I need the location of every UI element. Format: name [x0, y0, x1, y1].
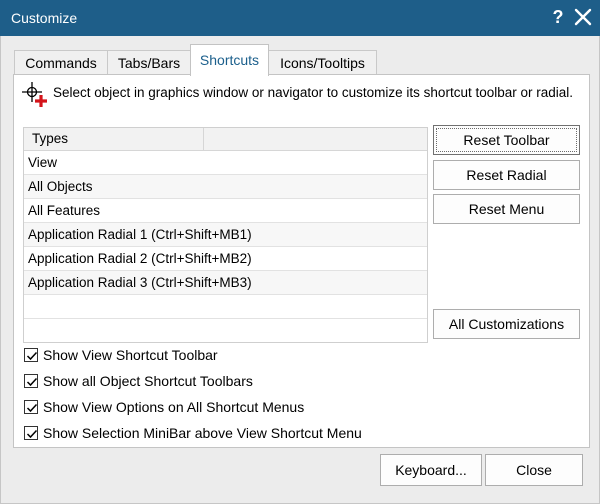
checkbox-box[interactable]	[24, 400, 38, 414]
tab-icons-tooltips[interactable]: Icons/Tooltips	[268, 50, 377, 75]
check-icon	[26, 351, 38, 361]
list-item-empty	[24, 295, 427, 319]
list-header: Types	[24, 128, 427, 151]
close-button[interactable]: Close	[485, 454, 583, 486]
tab-shortcuts[interactable]: Shortcuts	[190, 44, 269, 76]
list-item[interactable]: Application Radial 2 (Ctrl+Shift+MB2)	[24, 247, 427, 271]
close-icon[interactable]	[572, 6, 594, 28]
reset-toolbar-button[interactable]: Reset Toolbar	[433, 125, 580, 155]
customize-dialog: Commands Tabs/Bars Shortcuts Icons/Toolt…	[0, 36, 600, 504]
keyboard-button[interactable]: Keyboard...	[380, 454, 482, 486]
shortcuts-panel: Select object in graphics window or navi…	[13, 74, 590, 448]
tab-tabs-bars[interactable]: Tabs/Bars	[107, 50, 191, 75]
reset-menu-button[interactable]: Reset Menu	[433, 194, 580, 224]
help-icon[interactable]: ?	[548, 5, 568, 29]
title-bar: Customize ?	[0, 0, 600, 36]
checkbox-box[interactable]	[24, 426, 38, 440]
checkbox-label: Show View Shortcut Toolbar	[43, 347, 218, 363]
checkbox-box[interactable]	[24, 348, 38, 362]
check-icon	[26, 429, 38, 439]
select-object-crosshair-icon	[21, 81, 49, 109]
checkbox-box[interactable]	[24, 374, 38, 388]
check-icon	[26, 403, 38, 413]
window-title: Customize	[11, 10, 78, 26]
reset-radial-button[interactable]: Reset Radial	[433, 160, 580, 190]
list-item[interactable]: All Features	[24, 199, 427, 223]
types-list[interactable]: Types View All Objects All Features Appl…	[23, 127, 428, 343]
list-item[interactable]: All Objects	[24, 175, 427, 199]
checkbox-label: Show View Options on All Shortcut Menus	[43, 399, 305, 415]
checkbox-label: Show Selection MiniBar above View Shortc…	[43, 425, 362, 441]
list-item[interactable]: Application Radial 1 (Ctrl+Shift+MB1)	[24, 223, 427, 247]
list-item[interactable]: Application Radial 3 (Ctrl+Shift+MB3)	[24, 271, 427, 295]
column-header-types[interactable]: Types	[24, 128, 204, 150]
list-item[interactable]: View	[24, 151, 427, 175]
all-customizations-button[interactable]: All Customizations	[433, 309, 580, 339]
checkbox-label: Show all Object Shortcut Toolbars	[43, 373, 253, 389]
tab-commands[interactable]: Commands	[14, 50, 108, 75]
check-icon	[26, 377, 38, 387]
instruction-text: Select object in graphics window or navi…	[53, 85, 574, 100]
